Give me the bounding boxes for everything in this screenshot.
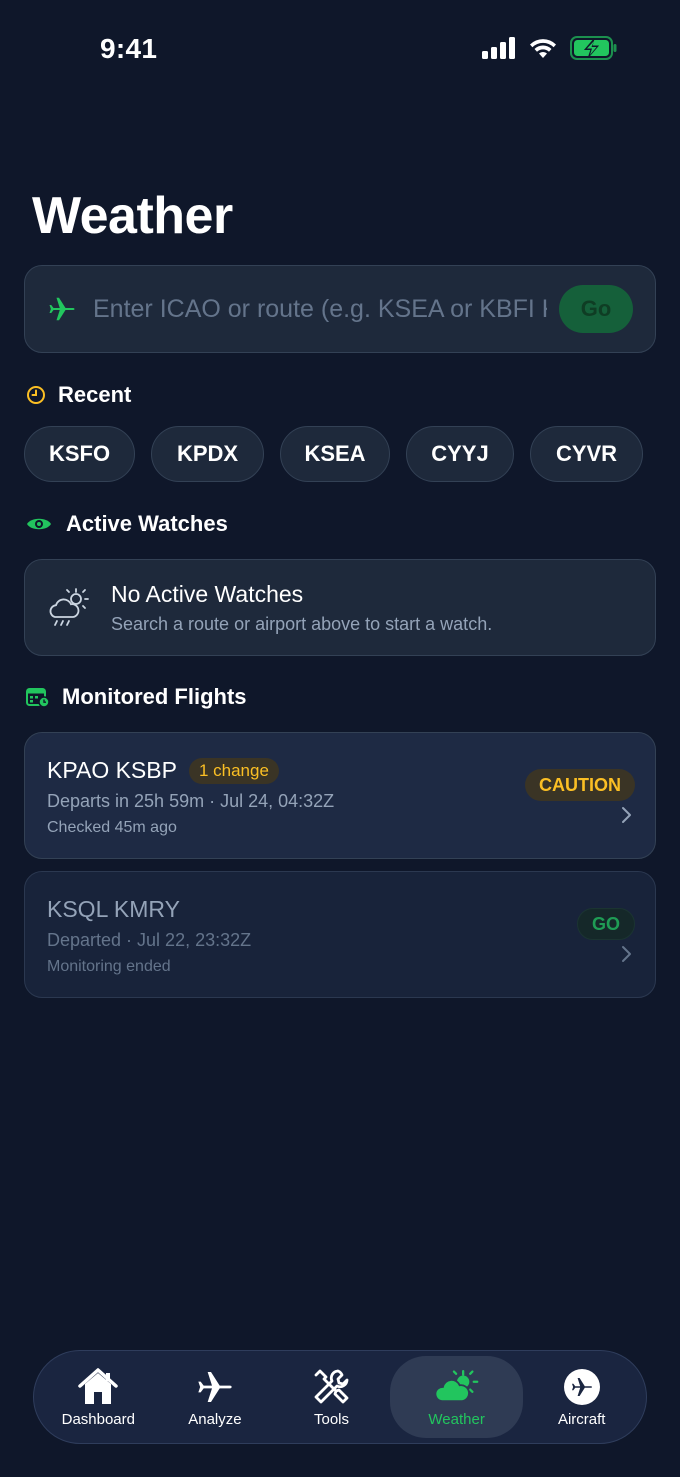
recent-chip[interactable]: CYYJ	[406, 426, 514, 482]
flight-card[interactable]: KPAO KSBP 1 change Departs in 25h 59m · …	[24, 732, 656, 859]
tab-label: Analyze	[188, 1410, 242, 1428]
go-button[interactable]: Go	[559, 285, 633, 333]
tab-weather[interactable]: Weather	[389, 1356, 524, 1438]
tab-tools[interactable]: Tools	[273, 1356, 390, 1438]
recent-chip[interactable]: KPDX	[151, 426, 264, 482]
tab-dashboard[interactable]: Dashboard	[40, 1356, 157, 1438]
flight-checked: Checked 45m ago	[47, 819, 177, 836]
search-box: Go	[24, 265, 656, 353]
clock-icon	[27, 386, 45, 404]
sun-cloud-icon	[434, 1367, 479, 1407]
flights-label: Monitored Flights	[62, 684, 247, 709]
page-title: Weather	[32, 187, 233, 245]
flights-header: Monitored Flights	[26, 684, 247, 710]
airplane-icon	[49, 297, 75, 321]
airplane-circle-icon	[560, 1367, 604, 1407]
flight-route: KPAO KSBP	[47, 757, 177, 783]
sun-cloud-rain-icon	[49, 587, 89, 626]
cellular-signal-icon	[482, 37, 515, 59]
eye-icon	[27, 518, 51, 530]
status-badge: CAUTION	[525, 769, 635, 801]
no-watches-subtitle: Search a route or airport above to start…	[111, 613, 493, 634]
no-watches-title: No Active Watches	[111, 580, 304, 607]
recent-label: Recent	[58, 382, 132, 407]
recent-chips: KSFO KPDX KSEA CYYJ CYVR	[24, 426, 643, 482]
watches-header: Active Watches	[26, 511, 228, 537]
flight-card[interactable]: KSQL KMRY Departed · Jul 22, 23:32Z Moni…	[24, 871, 656, 998]
recent-chip[interactable]: CYVR	[530, 426, 643, 482]
tools-icon	[310, 1367, 354, 1407]
weather-screen: 9:41 Weather Enter ICAO or route (e.g. K…	[0, 0, 680, 1477]
recent-header: Recent	[26, 382, 131, 408]
flight-route-row: KPAO KSBP 1 change	[47, 757, 279, 784]
status-time: 9:41	[100, 33, 158, 64]
tab-analyze[interactable]: Analyze	[157, 1356, 274, 1438]
tab-label: Weather	[428, 1410, 485, 1428]
airplane-icon	[193, 1367, 237, 1407]
change-badge: 1 change	[188, 757, 279, 784]
chevron-right-icon	[622, 946, 631, 962]
tab-label: Aircraft	[557, 1410, 606, 1428]
recent-chip[interactable]: KSFO	[24, 426, 135, 482]
flight-checked: Monitoring ended	[47, 958, 171, 975]
flight-departs: Departed · Jul 22, 23:32Z	[47, 930, 252, 950]
house-icon	[76, 1367, 120, 1407]
status-badge: GO	[576, 908, 635, 940]
flight-route-row: KSQL KMRY	[47, 896, 180, 923]
no-watches-card: No Active Watches Search a route or airp…	[24, 559, 656, 656]
watches-label: Active Watches	[66, 511, 228, 536]
calendar-clock-icon	[26, 688, 50, 708]
tab-label: Dashboard	[61, 1410, 135, 1428]
status-bar: 9:41	[0, 0, 680, 100]
flight-departs: Departs in 25h 59m · Jul 24, 04:32Z	[47, 791, 335, 811]
wifi-icon	[530, 39, 556, 58]
recent-chip[interactable]: KSEA	[280, 426, 390, 482]
status-icons	[482, 36, 618, 60]
flight-route: KSQL KMRY	[47, 896, 180, 922]
tab-aircraft[interactable]: Aircraft	[523, 1356, 640, 1438]
battery-charging-icon	[570, 36, 617, 60]
chevron-right-icon	[622, 807, 631, 823]
tab-bar: Dashboard Analyze Tools Weather Aircraft	[33, 1350, 647, 1444]
tab-label: Tools	[314, 1410, 350, 1428]
search-input[interactable]	[93, 294, 547, 324]
